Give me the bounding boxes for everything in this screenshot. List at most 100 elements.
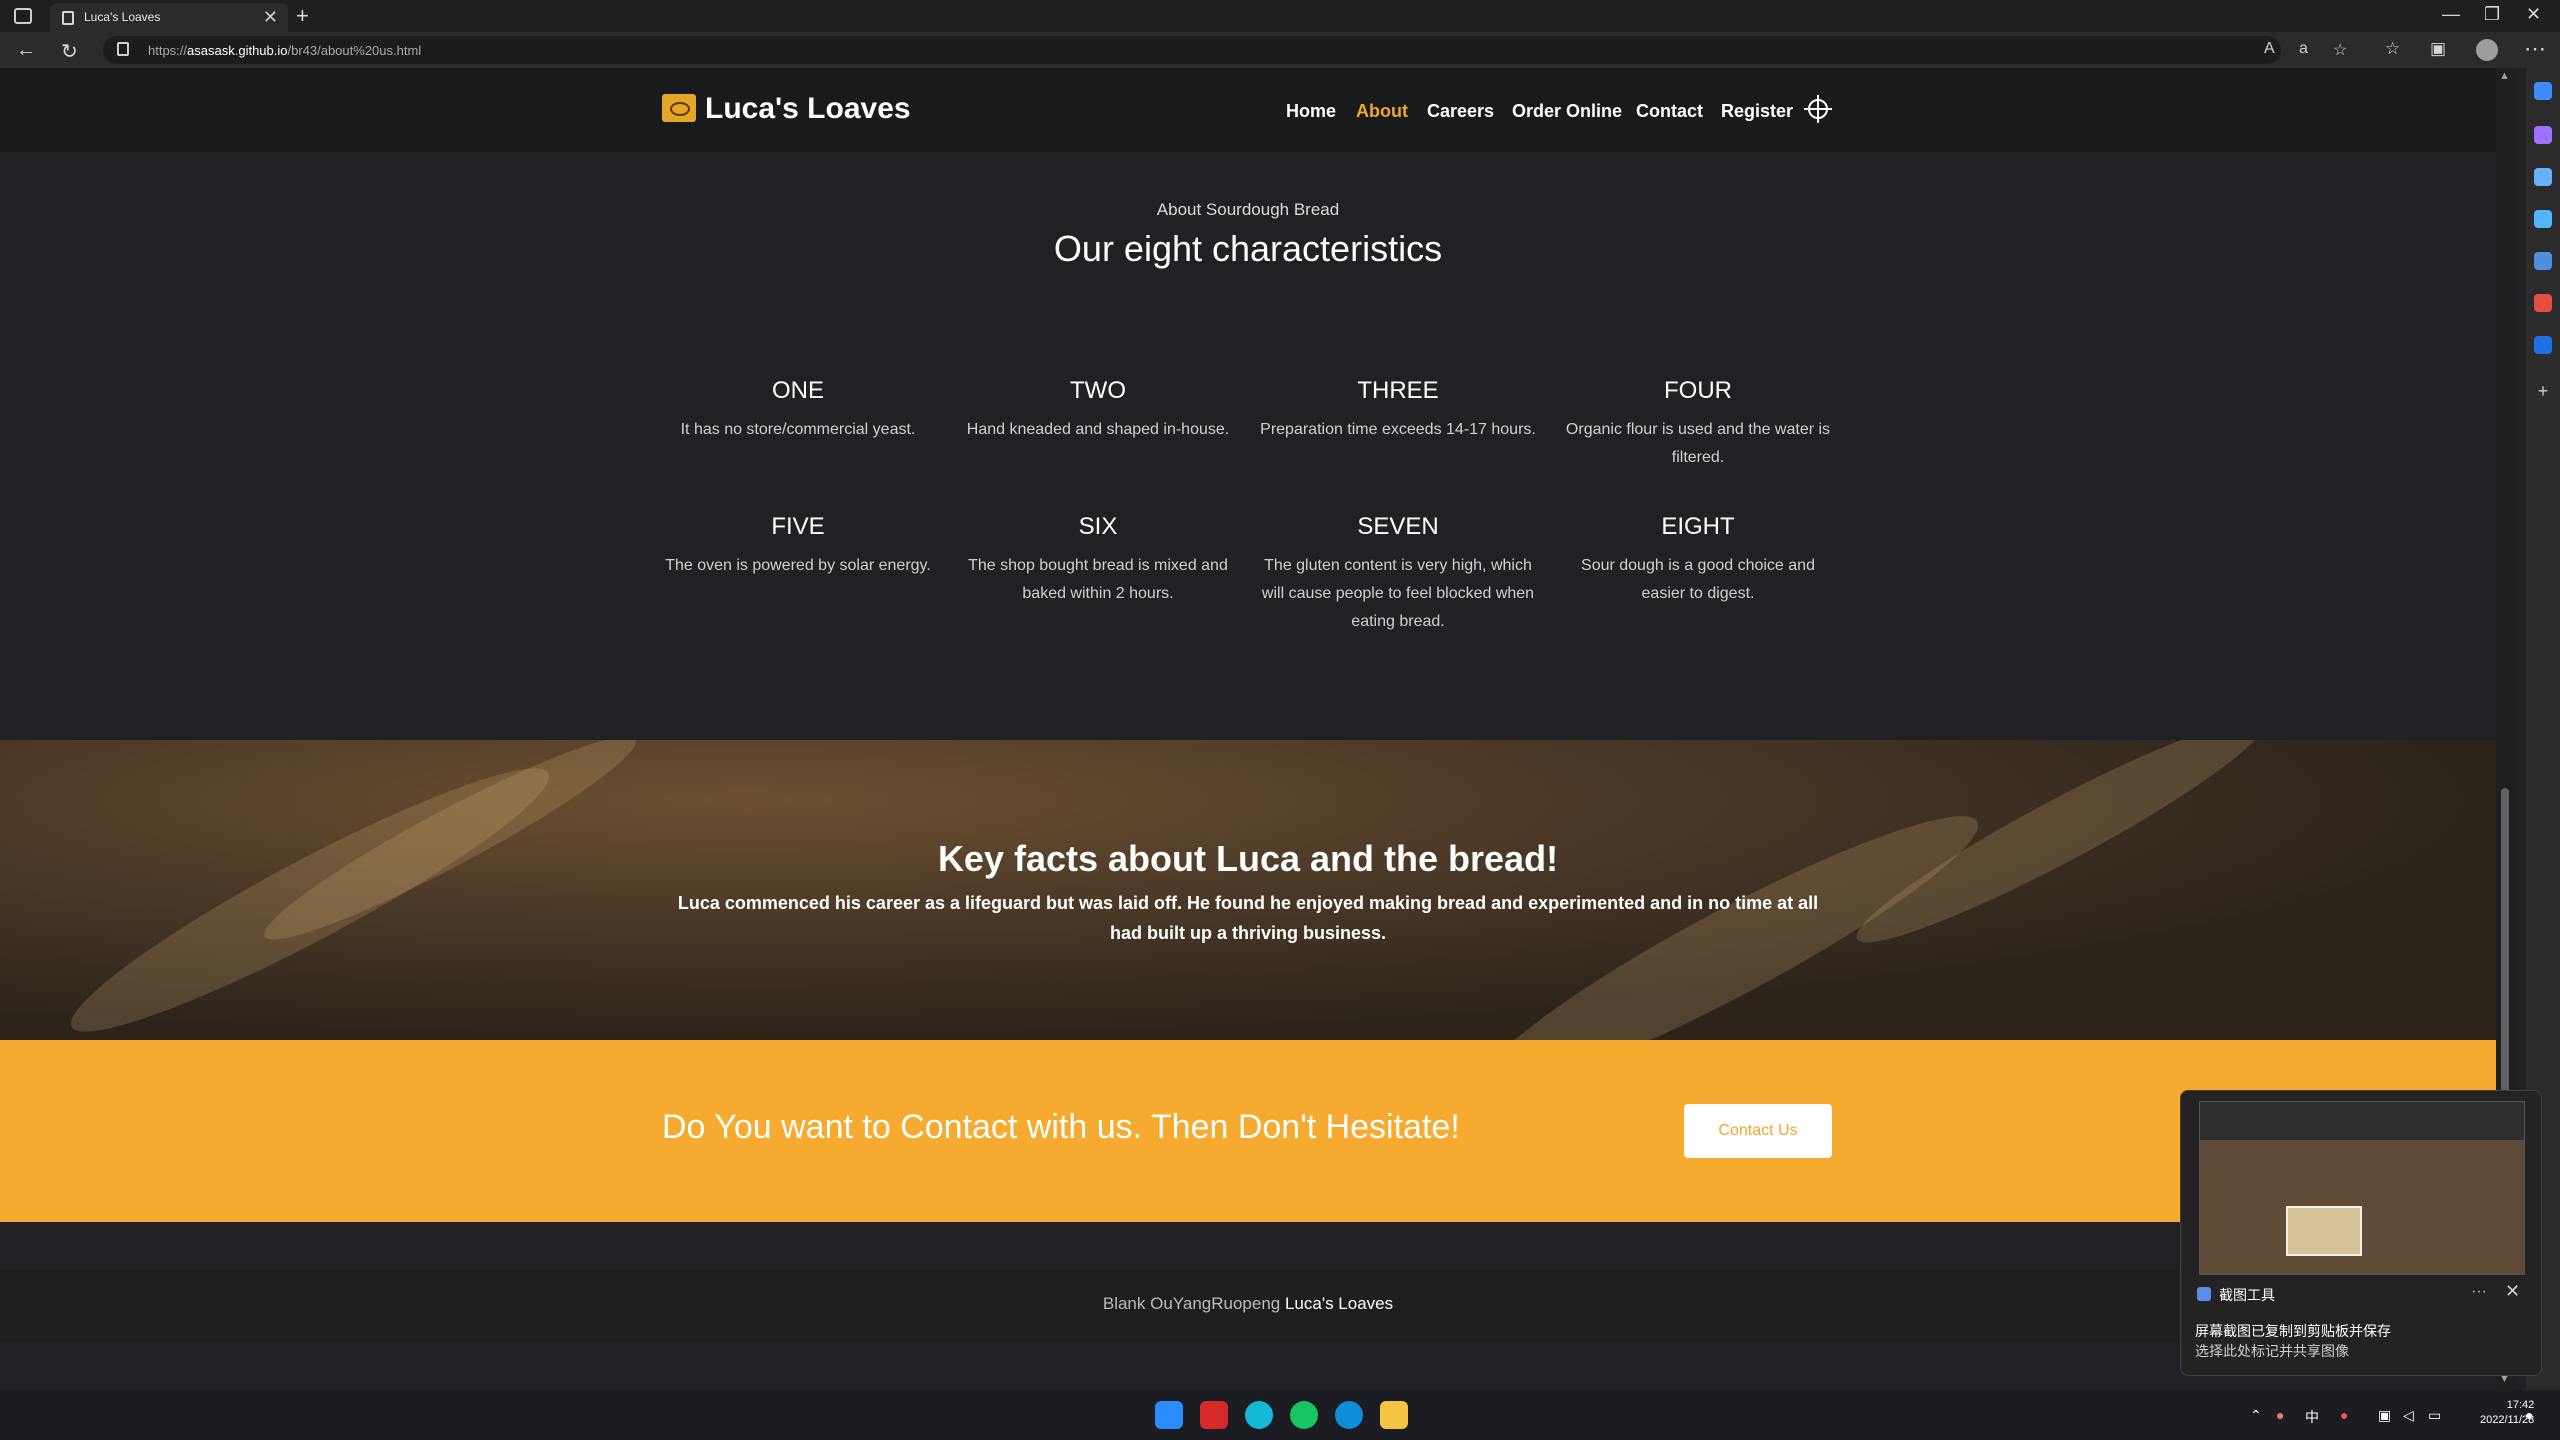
characteristic-text: Hand kneaded and shaped in-house.	[966, 421, 1230, 438]
characteristic-text: Organic flour is used and the water is f…	[1565, 421, 1831, 466]
nav-careers[interactable]: Careers	[1427, 101, 1494, 122]
site-footer: Blank OuYangRuopeng Luca's Loaves	[0, 1270, 2496, 1342]
characteristic-card: ONE It has no store/commercial yeast.	[658, 376, 938, 444]
notification-icon[interactable]: ●	[2525, 1407, 2533, 1423]
webpage-viewport: Luca's Loaves Home About Careers Order O…	[0, 68, 2496, 1390]
battery-icon[interactable]: ▭	[2428, 1407, 2441, 1424]
lock-icon[interactable]	[117, 42, 129, 56]
footer-text: Blank OuYangRuopeng Luca's Loaves	[1102, 1294, 1394, 1313]
profile-avatar[interactable]	[2476, 39, 2498, 61]
collections-icon[interactable]: ▣	[2430, 39, 2446, 59]
characteristic-heading: TWO	[1070, 377, 1126, 404]
start-icon[interactable]	[1155, 1401, 1183, 1429]
toast-close-button[interactable]: ✕	[2505, 1281, 2520, 1302]
browser-toolbar: ← ↻ https://asasask.github.io/br43/about…	[0, 32, 2560, 68]
page-icon	[62, 11, 74, 25]
toast-more-button[interactable]: ···	[2471, 1283, 2487, 1301]
browser-tab-strip: Luca's Loaves ✕ + — ❐ ✕	[0, 0, 2560, 32]
theme-toggle-icon[interactable]	[1804, 95, 1832, 123]
toast-message: 屏幕截图已复制到剪贴板并保存 选择此处标记并共享图像	[2195, 1323, 2391, 1359]
site-header: Luca's Loaves Home About Careers Order O…	[0, 68, 2496, 152]
nav-register[interactable]: Register	[1721, 101, 1793, 122]
about-section: About Sourdough Bread Our eight characte…	[0, 152, 2496, 740]
tab-close-icon[interactable]: ✕	[263, 7, 278, 28]
translate-icon[interactable]: a	[2299, 40, 2308, 58]
reload-button[interactable]: ↻	[61, 39, 78, 64]
characteristic-text: The oven is powered by solar energy.	[665, 557, 931, 574]
browser-tab[interactable]: Luca's Loaves ✕	[50, 3, 288, 32]
characteristic-heading: THREE	[1357, 377, 1439, 404]
tab-title: Luca's Loaves	[84, 10, 161, 24]
ime-indicator[interactable]: 中	[2305, 1407, 2319, 1427]
more-menu-icon[interactable]: ⋯	[2524, 36, 2546, 62]
site-brand[interactable]: Luca's Loaves	[705, 92, 911, 126]
minimize-button[interactable]: —	[2442, 4, 2460, 25]
characteristic-card: SEVEN The gluten content is very high, w…	[1258, 512, 1538, 636]
window-close-button[interactable]: ✕	[2526, 4, 2541, 25]
bread-hero-banner: Key facts about Luca and the bread! Luca…	[0, 740, 2496, 1040]
tray-security-icon[interactable]: ●	[2340, 1407, 2348, 1423]
back-button[interactable]: ←	[16, 39, 36, 62]
add-sidebar-icon[interactable]: +	[2534, 382, 2552, 400]
search-app-icon[interactable]	[1245, 1401, 1273, 1429]
network-icon[interactable]: ▣	[2378, 1407, 2391, 1424]
tray-chevron-icon[interactable]: ⌃	[2250, 1407, 2262, 1424]
characteristic-card: FOUR Organic flour is used and the water…	[1558, 376, 1838, 472]
volume-icon[interactable]: ◁	[2403, 1407, 2414, 1424]
bread-logo-icon[interactable]	[662, 94, 696, 122]
footer-spacer	[0, 1222, 2496, 1272]
characteristic-card: TWO Hand kneaded and shaped in-house.	[958, 376, 1238, 444]
contact-cta-section: Do You want to Contact with us. Then Don…	[0, 1040, 2496, 1222]
people-icon[interactable]	[2534, 252, 2552, 270]
outlook-icon[interactable]	[2534, 336, 2552, 354]
scroll-up-arrow[interactable]: ▲	[2499, 70, 2510, 82]
characteristic-card: FIVE The oven is powered by solar energy…	[658, 512, 938, 580]
restore-button[interactable]: ❐	[2484, 4, 2500, 25]
characteristic-heading: FOUR	[1664, 377, 1732, 404]
characteristic-text: It has no store/commercial yeast.	[680, 421, 916, 438]
windows-taskbar: ⌃ ● 中 ● ▣ ◁ ▭ 17:42 2022/11/28 ●	[0, 1390, 2560, 1440]
nav-about[interactable]: About	[1356, 101, 1408, 122]
characteristic-heading: ONE	[771, 377, 824, 404]
shopping-icon[interactable]	[2534, 168, 2552, 186]
hero-title: Key facts about Luca and the bread!	[937, 838, 1559, 879]
wps-icon[interactable]	[1200, 1401, 1228, 1429]
characteristic-heading: FIVE	[771, 513, 825, 540]
characteristic-text: The gluten content is very high, which w…	[1261, 557, 1535, 630]
read-aloud-icon[interactable]: A	[2264, 40, 2275, 58]
characteristic-heading: EIGHT	[1661, 513, 1735, 540]
characteristic-text: Preparation time exceeds 14-17 hours.	[1260, 421, 1536, 438]
copilot-icon[interactable]	[2534, 126, 2552, 144]
tools-icon[interactable]	[2534, 210, 2552, 228]
file-explorer-icon[interactable]	[1380, 1401, 1408, 1429]
hero-text: Luca commenced his career as a lifeguard…	[677, 893, 1819, 943]
characteristic-text: Sour dough is a good choice and easier t…	[1581, 557, 1815, 602]
edge-icon[interactable]	[1335, 1401, 1363, 1429]
characteristic-text: The shop bought bread is mixed and baked…	[968, 557, 1228, 602]
office-icon[interactable]	[2534, 294, 2552, 312]
wechat-icon[interactable]	[1290, 1401, 1318, 1429]
url-text: https://asasask.github.io/br43/about%20u…	[148, 43, 422, 58]
nav-home[interactable]: Home	[1286, 101, 1336, 122]
characteristic-card: EIGHT Sour dough is a good choice and ea…	[1558, 512, 1838, 608]
characteristic-card: SIX The shop bought bread is mixed and b…	[958, 512, 1238, 608]
nav-contact[interactable]: Contact	[1636, 101, 1703, 122]
favorites-icon[interactable]: ☆	[2385, 39, 2400, 59]
favorite-add-icon[interactable]: ☆	[2333, 40, 2347, 60]
new-tab-button[interactable]: +	[296, 3, 309, 29]
characteristic-heading: SEVEN	[1357, 513, 1439, 540]
characteristic-heading: SIX	[1078, 513, 1118, 540]
characteristic-card: THREE Preparation time exceeds 14-17 hou…	[1258, 376, 1538, 444]
toast-app-name: 截图工具	[2219, 1287, 2275, 1303]
snipping-tool-icon	[2197, 1287, 2211, 1301]
section-eyebrow: About Sourdough Bread	[1156, 200, 1340, 219]
cta-text: Do You want to Contact with us. Then Don…	[662, 1108, 1460, 1146]
nav-order-online[interactable]: Order Online	[1512, 101, 1622, 122]
address-bar[interactable]: https://asasask.github.io/br43/about%20u…	[103, 36, 2347, 64]
tray-app-icon[interactable]: ●	[2276, 1407, 2284, 1423]
search-icon[interactable]	[2534, 82, 2552, 100]
snipping-tool-notification[interactable]: 截图工具 ··· ✕ 屏幕截图已复制到剪贴板并保存 选择此处标记并共享图像	[2180, 1090, 2542, 1376]
contact-us-button[interactable]: Contact Us	[1684, 1104, 1832, 1158]
tab-actions-icon[interactable]	[14, 8, 32, 24]
screenshot-thumbnail[interactable]	[2199, 1101, 2525, 1275]
